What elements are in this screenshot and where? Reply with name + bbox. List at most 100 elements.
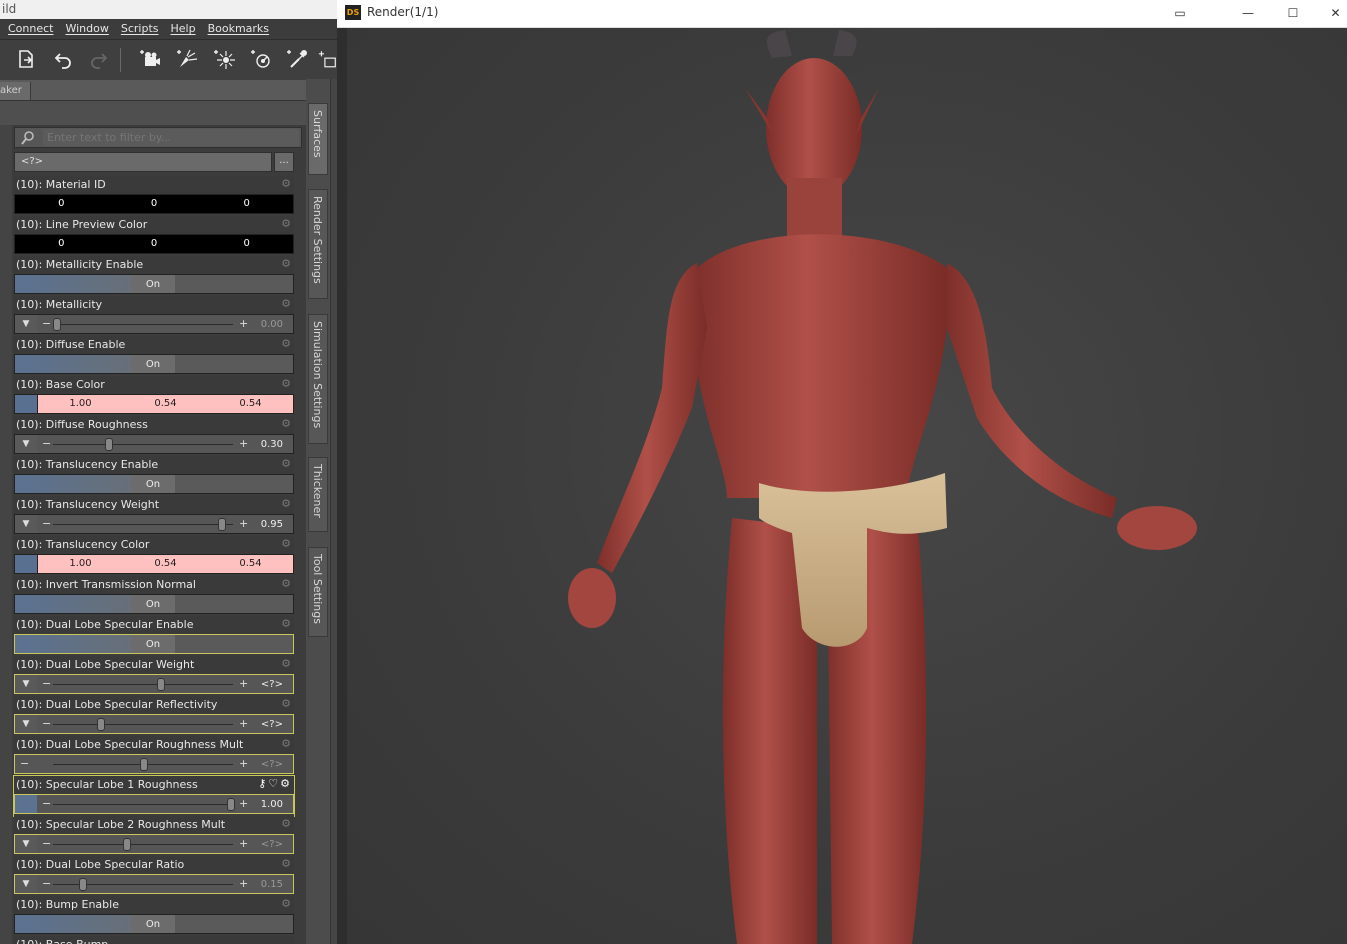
minimize-icon[interactable]: — <box>1233 2 1263 24</box>
color-channel-value[interactable]: 0 <box>108 195 201 213</box>
dropdown-arrow-icon[interactable]: ▼ <box>15 675 37 693</box>
slider-track[interactable] <box>53 684 233 685</box>
slider-knob[interactable] <box>227 798 235 811</box>
toggle-field[interactable]: On <box>14 474 294 494</box>
slider-field[interactable]: ▼ − +0.15 <box>14 874 294 894</box>
slider-value[interactable]: <?> <box>261 835 283 854</box>
slider-knob[interactable] <box>140 758 148 771</box>
undo-icon[interactable] <box>50 46 76 72</box>
slider-track[interactable] <box>53 444 233 445</box>
decrement-icon[interactable]: − <box>42 675 51 692</box>
slider-value[interactable]: 0.95 <box>261 515 283 534</box>
slider-knob[interactable] <box>122 838 131 851</box>
dropdown-arrow-icon[interactable]: ▼ <box>15 515 37 533</box>
color-channel-value[interactable]: 0.54 <box>123 555 208 573</box>
increment-icon[interactable]: + <box>239 675 248 692</box>
menu-window[interactable]: Window <box>61 19 112 39</box>
gear-icon[interactable]: ⚙ <box>280 458 292 470</box>
dropdown-arrow-icon[interactable]: ▼ <box>15 875 37 893</box>
camera-icon[interactable] <box>138 46 164 72</box>
slider-value[interactable]: 0.30 <box>261 435 283 454</box>
restore-window-icon[interactable]: ▭ <box>1165 2 1195 24</box>
new-node-icon[interactable] <box>318 46 337 72</box>
slider-knob[interactable] <box>105 438 114 451</box>
slider-value[interactable]: 0.15 <box>261 875 283 894</box>
toggle-on-label[interactable]: On <box>131 275 175 293</box>
property-action-icons[interactable]: ⚷♡⚙ <box>258 778 292 790</box>
toggle-off-area[interactable] <box>175 475 293 493</box>
gear-icon[interactable]: ⚙ <box>280 658 292 670</box>
color-channel-value[interactable]: 1.00 <box>38 395 123 413</box>
spotlight-icon[interactable] <box>175 46 201 72</box>
slider-field[interactable]: ▼ − + <?> <box>14 714 294 734</box>
increment-icon[interactable]: + <box>239 315 248 332</box>
distant-light-icon[interactable] <box>249 46 275 72</box>
toggle-off-area[interactable] <box>175 635 293 653</box>
gear-icon[interactable]: ⚙ <box>280 538 292 550</box>
dropdown-arrow-icon[interactable]: ▼ <box>15 715 37 733</box>
increment-icon[interactable]: + <box>239 835 248 852</box>
tab-surfaces[interactable]: Surfaces <box>308 103 328 175</box>
slider-value[interactable]: 1.00 <box>261 795 283 814</box>
color-channel-value[interactable]: 1.00 <box>38 555 123 573</box>
menu-scripts[interactable]: Scripts <box>117 19 163 39</box>
toggle-field[interactable]: On <box>14 914 294 934</box>
light-icon[interactable] <box>285 46 311 72</box>
toggle-field[interactable]: On <box>14 274 294 294</box>
decrement-icon[interactable]: − <box>42 835 51 852</box>
decrement-icon[interactable]: − <box>20 755 29 772</box>
slider-track[interactable] <box>53 804 233 805</box>
color-value-field[interactable]: 000 <box>14 234 294 254</box>
slider-field[interactable]: ▼ − +0.00 <box>14 314 294 334</box>
toggle-field[interactable]: On <box>14 594 294 614</box>
color-swatch[interactable] <box>15 395 38 413</box>
tab-partial[interactable]: aker <box>0 82 31 100</box>
filter-input[interactable] <box>43 129 299 146</box>
gear-icon[interactable]: ⚙ <box>280 498 292 510</box>
color-swatch[interactable] <box>15 555 38 573</box>
gear-icon[interactable]: ⚙ <box>280 738 292 750</box>
slider-track[interactable] <box>53 724 233 725</box>
color-value-field[interactable]: 000 <box>14 194 294 214</box>
gear-icon[interactable]: ⚙ <box>280 378 292 390</box>
toggle-on-label[interactable]: On <box>131 475 175 493</box>
decrement-icon[interactable]: − <box>42 515 51 532</box>
slider-knob[interactable] <box>79 878 88 891</box>
gear-icon[interactable]: ⚙ <box>280 898 292 910</box>
toggle-field[interactable]: On <box>14 634 294 654</box>
slider-knob[interactable] <box>157 678 166 691</box>
gear-icon[interactable]: ⚙ <box>280 178 292 190</box>
gear-icon[interactable]: ⚙ <box>280 418 292 430</box>
surface-selector-button[interactable]: ... <box>274 152 294 172</box>
slider-field[interactable]: ▼ − + <?> <box>14 834 294 854</box>
slider-field[interactable]: − + <?> <box>14 754 294 774</box>
toggle-field[interactable]: On <box>14 354 294 374</box>
decrement-icon[interactable]: − <box>42 315 51 332</box>
slider-field[interactable]: ▼ − +0.30 <box>14 434 294 454</box>
slider-track[interactable] <box>53 524 233 525</box>
slider-field[interactable]: − +1.00 <box>14 794 294 814</box>
increment-icon[interactable]: + <box>239 515 248 532</box>
decrement-icon[interactable]: − <box>42 795 51 812</box>
tab-thickener[interactable]: Thickener <box>308 457 328 532</box>
toggle-off-area[interactable] <box>175 355 293 373</box>
color-channel-value[interactable]: 0.54 <box>123 395 208 413</box>
increment-icon[interactable]: + <box>239 715 248 732</box>
color-channel-value[interactable]: 0 <box>200 195 293 213</box>
color-channel-value[interactable]: 0 <box>200 235 293 253</box>
menu-help[interactable]: Help <box>167 19 200 39</box>
maximize-icon[interactable]: ☐ <box>1278 2 1308 24</box>
slider-field[interactable]: ▼ − +0.95 <box>14 514 294 534</box>
gear-icon[interactable]: ⚙ <box>280 858 292 870</box>
toggle-off-area[interactable] <box>175 915 293 933</box>
tab-simulation-settings[interactable]: Simulation Settings <box>308 314 328 444</box>
decrement-icon[interactable]: − <box>42 875 51 892</box>
menu-bookmarks[interactable]: Bookmarks <box>204 19 273 39</box>
color-channel-value[interactable]: 0.54 <box>208 395 293 413</box>
color-value-field[interactable]: 1.00 0.54 0.54 <box>14 394 294 414</box>
toggle-on-label[interactable]: On <box>131 635 175 653</box>
dropdown-arrow-icon[interactable]: ▼ <box>15 835 37 853</box>
toggle-off-area[interactable] <box>175 595 293 613</box>
new-document-icon[interactable] <box>13 46 39 72</box>
dropdown-arrow-icon[interactable]: ▼ <box>15 315 37 333</box>
